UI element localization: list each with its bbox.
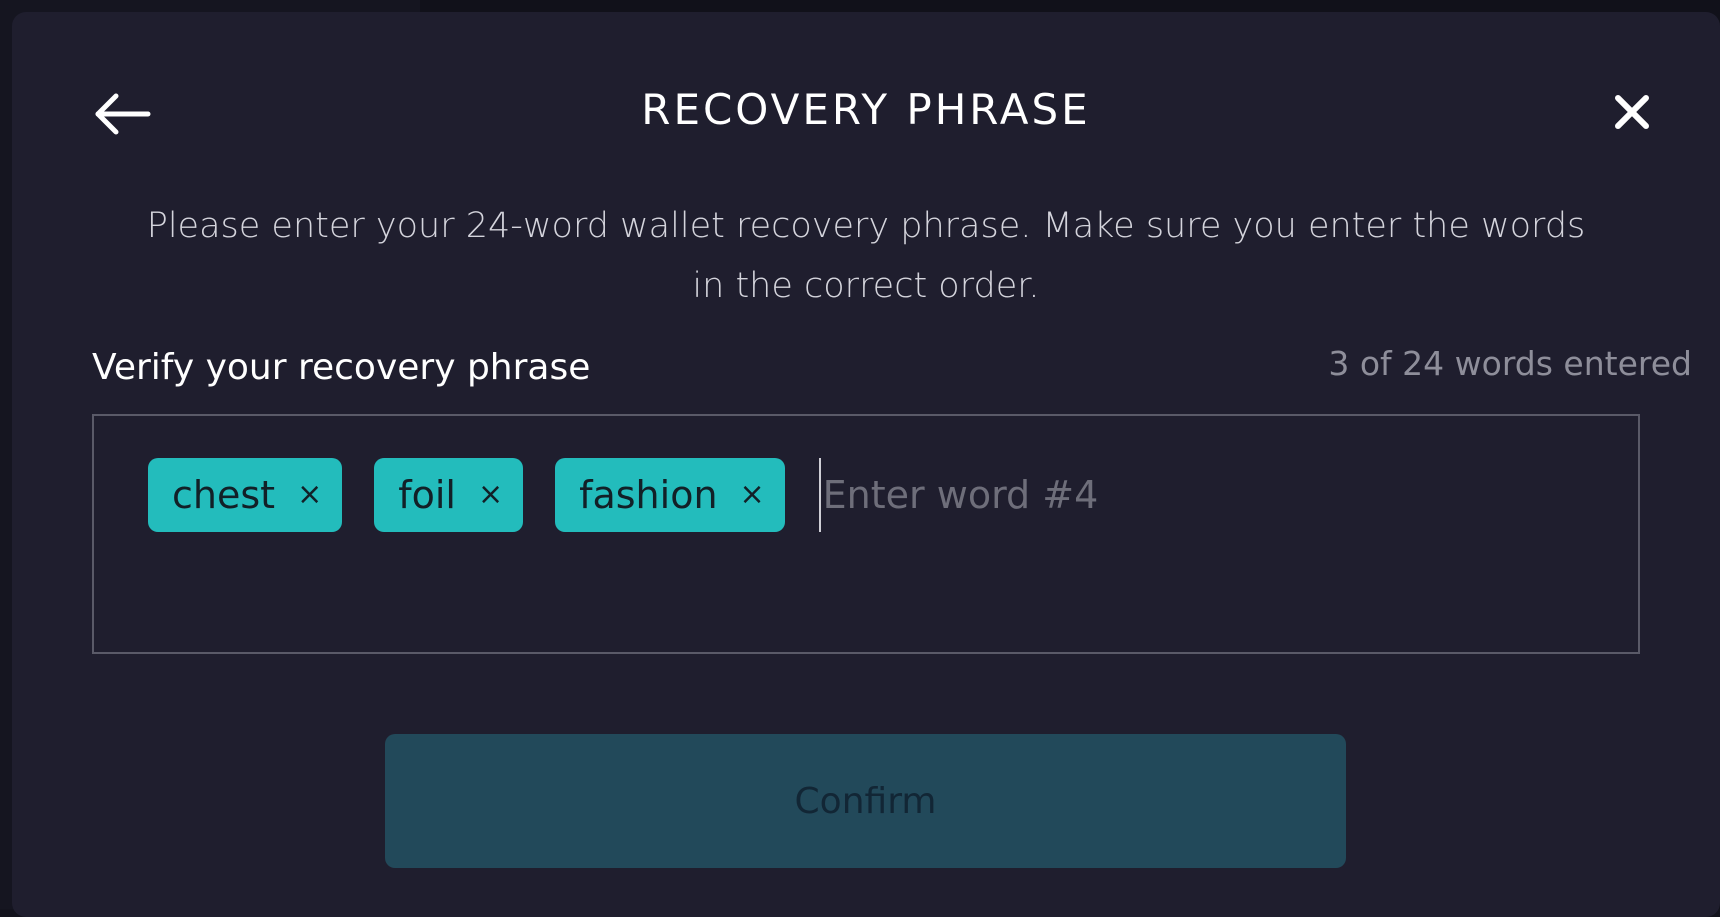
word-chip-label: fashion (579, 473, 718, 517)
modal-title: RECOVERY PHRASE (641, 85, 1091, 134)
word-chip: foil × (374, 458, 524, 532)
instructions-text: Please enter your 24-word wallet recover… (146, 206, 1586, 306)
remove-word-icon[interactable]: × (297, 458, 322, 532)
recovery-phrase-box[interactable]: chest × foil × fashion × (92, 414, 1640, 654)
section-label: Verify your recovery phrase (92, 347, 591, 388)
word-chip-label: foil (398, 473, 456, 517)
remove-word-icon[interactable]: × (740, 458, 765, 532)
close-button[interactable] (1602, 82, 1662, 142)
remove-word-icon[interactable]: × (478, 458, 503, 532)
word-counter: 3 of 24 words entered (1328, 344, 1692, 383)
confirm-button[interactable]: Confirm (385, 734, 1346, 868)
close-icon (1615, 95, 1649, 129)
word-chip-label: chest (172, 473, 276, 517)
word-input[interactable] (818, 458, 1219, 532)
word-chip: fashion × (555, 458, 785, 532)
recovery-phrase-modal: RECOVERY PHRASE Please enter your 24-wor… (12, 12, 1720, 917)
word-chip: chest × (148, 458, 343, 532)
